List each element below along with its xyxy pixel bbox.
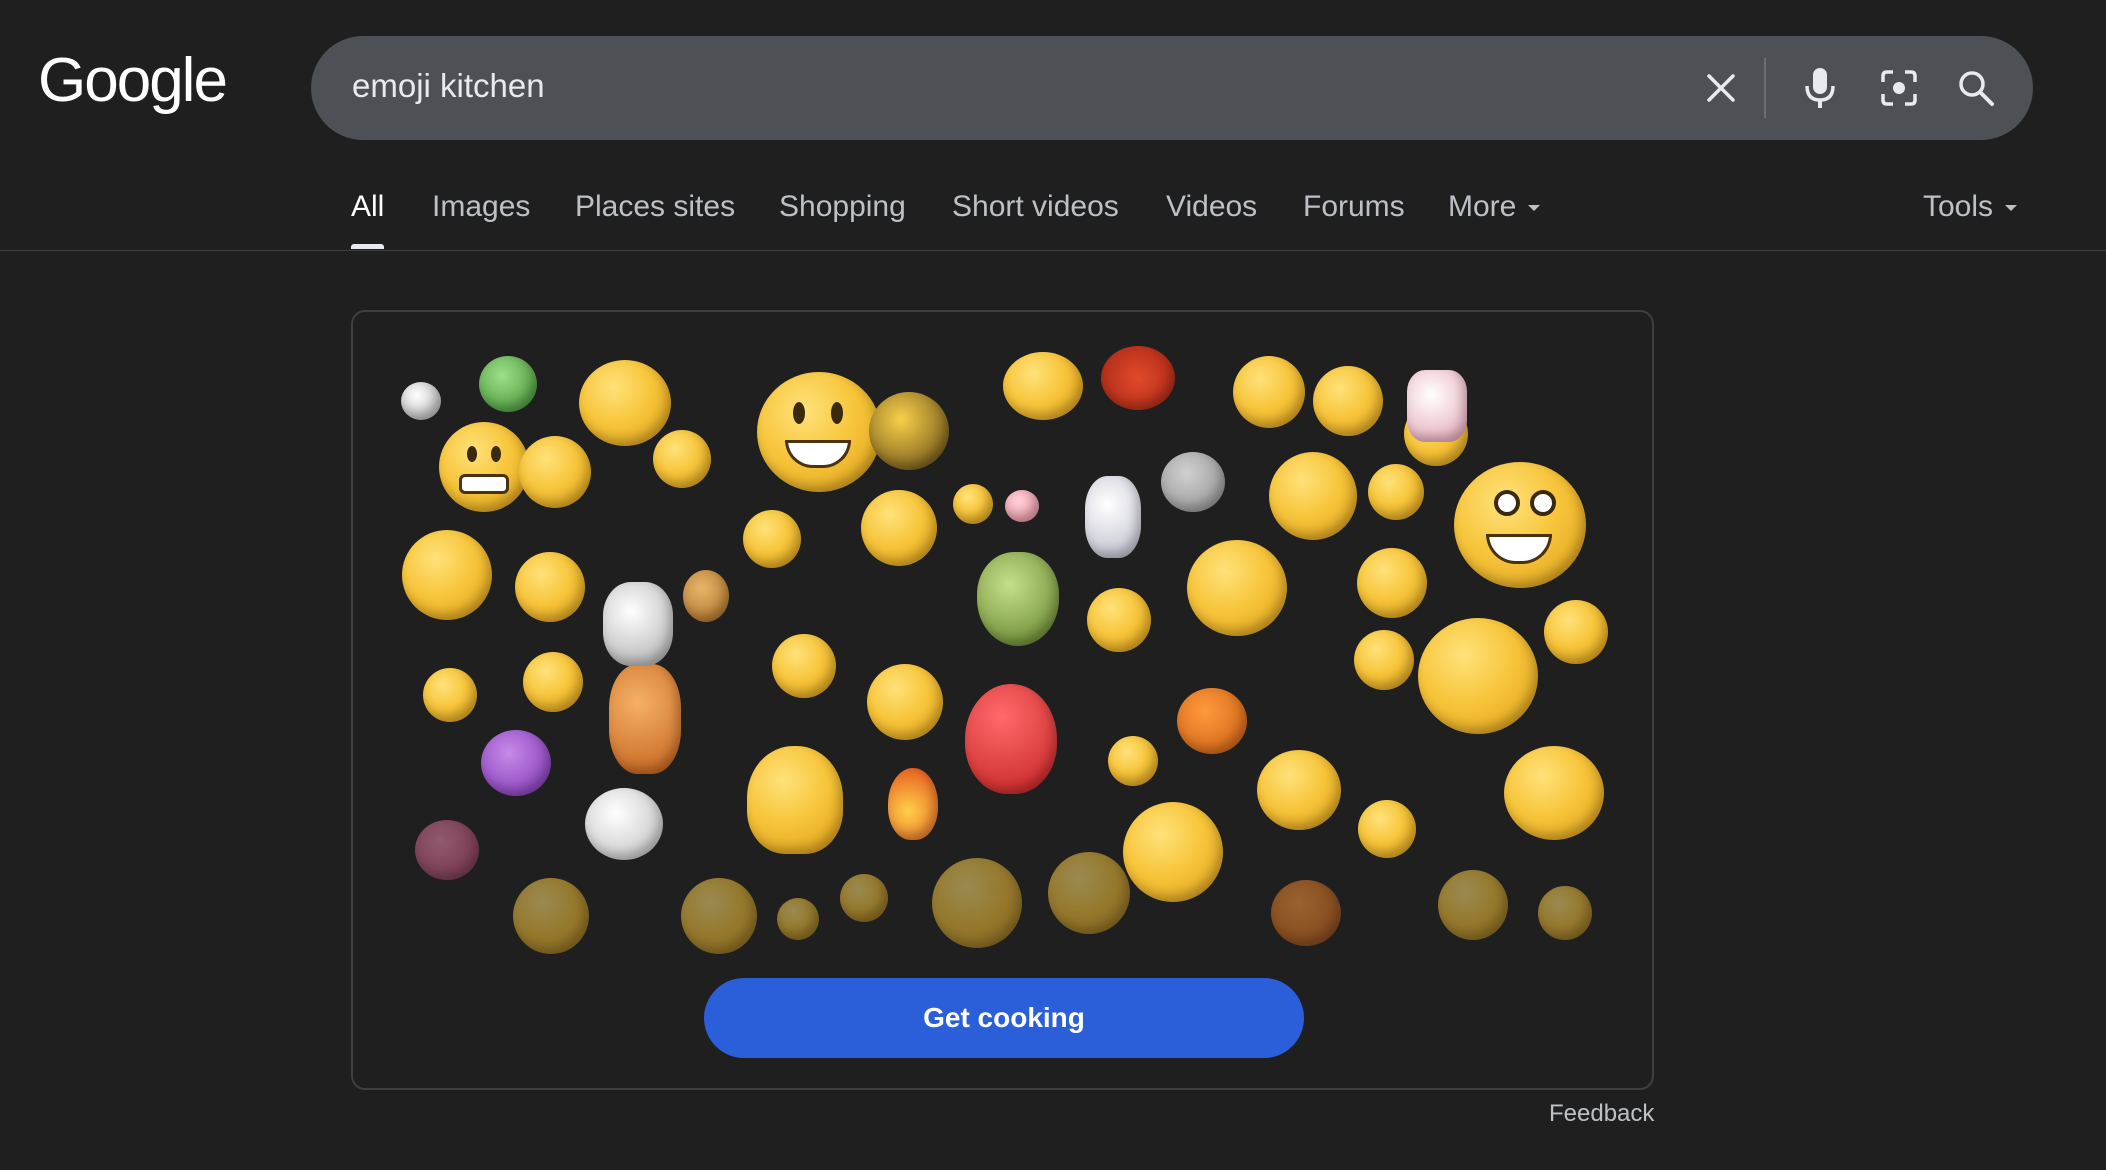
sad-face-icon (653, 430, 711, 488)
dizzy-face-icon (840, 874, 888, 922)
winking-grin-face-icon (1187, 540, 1287, 636)
devil-face-icon (481, 730, 551, 796)
smirking-face-icon (757, 372, 881, 492)
nerd-face-icon (1233, 356, 1305, 428)
jack-o-lantern-icon (1177, 688, 1247, 754)
exploding-head-icon (1357, 548, 1427, 618)
active-tab-indicator (351, 244, 384, 249)
tools-button[interactable]: Tools (1923, 190, 2018, 224)
koala-face-icon (1161, 452, 1225, 512)
tongue-out-face-icon (1108, 736, 1158, 786)
pig-face-icon (1005, 490, 1039, 522)
tab-short-videos[interactable]: Short videos (952, 190, 1119, 224)
bee-icon (869, 392, 949, 470)
relieved-face-icon (1368, 464, 1424, 520)
party-face-icon (1438, 870, 1508, 940)
sparkle-face-icon (401, 382, 441, 420)
sobbing-face-icon (402, 530, 492, 620)
get-cooking-button[interactable]: Get cooking (704, 978, 1304, 1058)
star-struck-face-icon (515, 552, 585, 622)
slight-smile-face-icon (1544, 600, 1608, 664)
emoji-kitchen-card: Get cooking (351, 310, 1654, 1090)
kissing-face-icon (523, 652, 583, 712)
magic-wand-face-icon (747, 746, 843, 854)
neutral-smile-face-icon (1358, 800, 1416, 858)
face-exhaling-icon (1003, 352, 1083, 420)
tab-forums[interactable]: Forums (1303, 190, 1405, 224)
expressionless-face-icon (513, 878, 589, 954)
tab-places-sites[interactable]: Places sites (575, 190, 735, 224)
grinning-face-icon (439, 422, 529, 512)
tabs-divider (0, 250, 2106, 251)
tab-more-label: More (1448, 190, 1517, 223)
cold-sweat-face-icon (772, 634, 836, 698)
tongue-face-icon (1354, 630, 1414, 690)
chevron-down-icon (2005, 205, 2018, 212)
tab-videos[interactable]: Videos (1166, 190, 1257, 224)
smiling-face-icon (1538, 886, 1592, 940)
tools-label: Tools (1923, 190, 1994, 223)
pumpkin-icon (1271, 880, 1341, 946)
balloon-face-icon (965, 684, 1057, 794)
laughing-face-icon (579, 360, 671, 446)
shushing-face-icon (932, 858, 1022, 948)
hot-dog-icon (609, 664, 681, 774)
chevron-down-icon (1528, 205, 1541, 212)
grimacing-face-icon (1313, 366, 1383, 436)
squinting-face-icon (1269, 452, 1357, 540)
tornado-face-icon (603, 582, 673, 666)
chili-pepper-icon (1101, 346, 1175, 410)
small-smile-face-icon (953, 484, 993, 524)
hand-over-mouth-face-icon (743, 510, 801, 568)
emoji-collage (353, 312, 1652, 1088)
tab-more[interactable]: More (1448, 190, 1541, 224)
tab-shopping[interactable]: Shopping (779, 190, 906, 224)
beaming-face-icon (867, 664, 943, 740)
microbe-icon (479, 356, 537, 412)
grinning-squint-face-icon (681, 878, 757, 954)
birthday-cake-icon (1407, 370, 1467, 442)
tab-images[interactable]: Images (432, 190, 530, 224)
mask-face-icon (1123, 802, 1223, 902)
crying-face-icon (519, 436, 591, 508)
sly-face-icon (1048, 852, 1130, 934)
avocado-icon (977, 552, 1059, 646)
rabbit-face-icon (1085, 476, 1141, 558)
tiny-grin-face-icon (423, 668, 477, 722)
feedback-link[interactable]: Feedback (1549, 1100, 1654, 1128)
screaming-face-icon (861, 490, 937, 566)
sunglasses-face-icon (1257, 750, 1341, 830)
lion-face-icon (683, 570, 729, 622)
panda-face-icon (585, 788, 663, 860)
search-tabs: All Images Places sites Shopping Short v… (0, 0, 2106, 252)
pleading-face-icon (1087, 588, 1151, 652)
heart-face-icon (415, 820, 479, 880)
tab-all[interactable]: All (351, 190, 384, 224)
nauseated-face-icon (1504, 746, 1604, 840)
calm-face-icon (777, 898, 819, 940)
fire-face-icon (888, 768, 938, 840)
smug-face-icon (1418, 618, 1538, 734)
rolling-eyes-face-icon (1454, 462, 1586, 588)
